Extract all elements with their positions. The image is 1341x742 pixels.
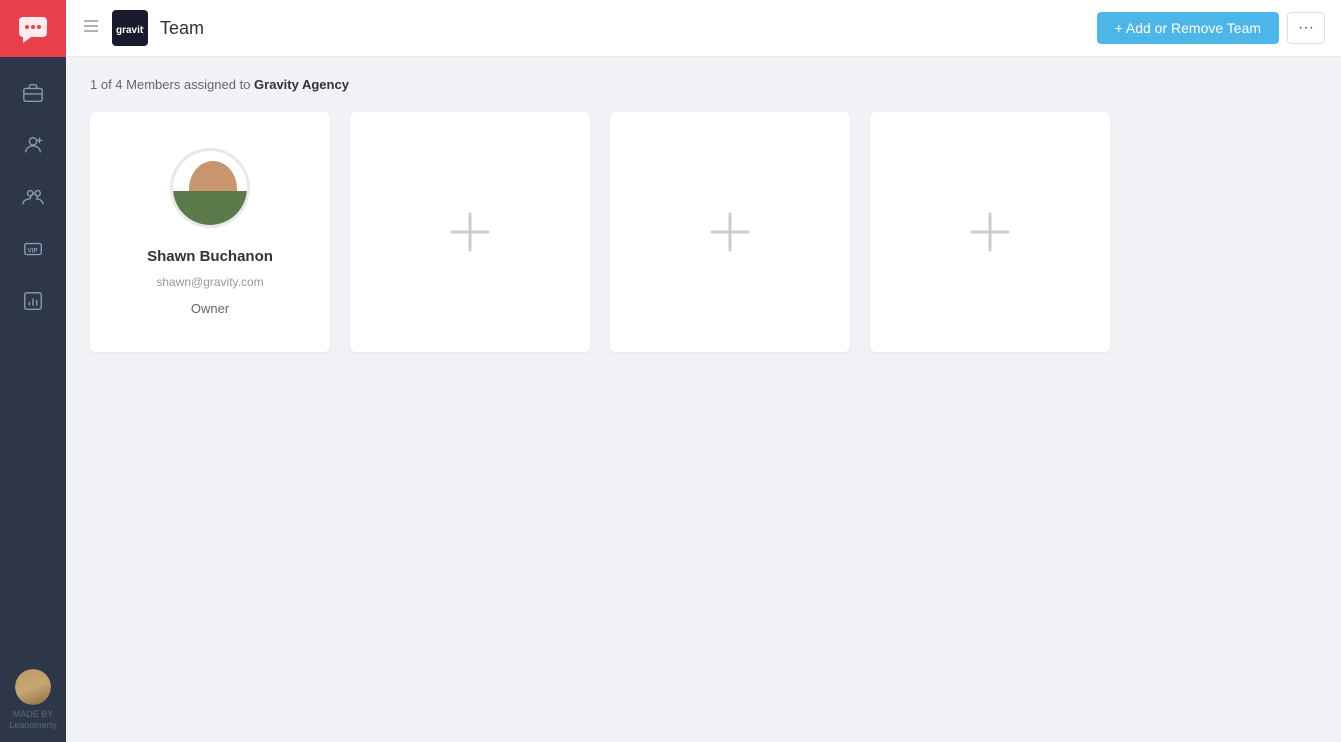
sidebar: VIP MADE BY Leanomerty bbox=[0, 0, 66, 742]
more-options-button[interactable]: ··· bbox=[1287, 12, 1325, 44]
members-count-text: 1 of 4 Members assigned to bbox=[90, 77, 250, 92]
sidebar-item-briefcase[interactable] bbox=[0, 67, 66, 119]
add-member-card-1[interactable] bbox=[350, 112, 590, 352]
svg-text:VIP: VIP bbox=[28, 248, 39, 255]
page-title: Team bbox=[160, 18, 1097, 39]
vip-icon: VIP bbox=[22, 238, 44, 260]
team-cards-grid: Shawn Buchanon shawn@gravity.com Owner bbox=[90, 112, 1317, 352]
chat-icon bbox=[17, 13, 49, 45]
add-member-card-2[interactable] bbox=[610, 112, 850, 352]
sidebar-bottom: MADE BY Leanomerty bbox=[9, 669, 57, 742]
svg-text:gravity: gravity bbox=[116, 25, 144, 36]
member-email: shawn@gravity.com bbox=[156, 275, 263, 289]
sidebar-nav: VIP bbox=[0, 57, 66, 669]
members-info: 1 of 4 Members assigned to Gravity Agenc… bbox=[90, 77, 1317, 92]
main-area: gravity Team + Add or Remove Team ··· 1 … bbox=[66, 0, 1341, 742]
add-member-card-3[interactable] bbox=[870, 112, 1110, 352]
sidebar-item-reports[interactable] bbox=[0, 275, 66, 327]
sidebar-item-contacts[interactable] bbox=[0, 119, 66, 171]
team-icon bbox=[22, 186, 44, 208]
topbar: gravity Team + Add or Remove Team ··· bbox=[66, 0, 1341, 57]
member-name: Shawn Buchanon bbox=[147, 248, 273, 265]
member-role: Owner bbox=[191, 301, 229, 316]
gravity-logo-icon: gravity bbox=[116, 20, 144, 36]
add-icon-3 bbox=[962, 204, 1018, 260]
sidebar-item-team[interactable] bbox=[0, 171, 66, 223]
reports-icon bbox=[22, 290, 44, 312]
member-card: Shawn Buchanon shawn@gravity.com Owner bbox=[90, 112, 330, 352]
agency-name: Gravity Agency bbox=[254, 77, 349, 92]
user-avatar[interactable] bbox=[15, 669, 51, 705]
main-content: 1 of 4 Members assigned to Gravity Agenc… bbox=[66, 57, 1341, 742]
brand-logo[interactable]: gravity bbox=[112, 10, 148, 46]
add-remove-team-button[interactable]: + Add or Remove Team bbox=[1097, 12, 1279, 44]
add-icon-2 bbox=[702, 204, 758, 260]
menu-icon[interactable] bbox=[82, 17, 100, 40]
sidebar-logo[interactable] bbox=[0, 0, 66, 57]
sidebar-item-vip[interactable]: VIP bbox=[0, 223, 66, 275]
briefcase-icon bbox=[22, 82, 44, 104]
made-by-label: MADE BY Leanomerty bbox=[9, 709, 57, 732]
member-avatar-image bbox=[173, 151, 250, 228]
avatar-image bbox=[15, 669, 51, 705]
add-icon-1 bbox=[442, 204, 498, 260]
member-avatar bbox=[170, 148, 250, 228]
contacts-icon bbox=[22, 134, 44, 156]
